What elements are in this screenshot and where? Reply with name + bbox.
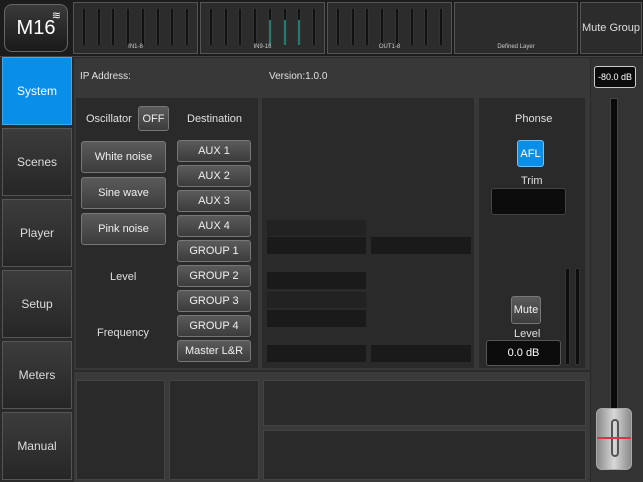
frequency-slider[interactable] (267, 310, 366, 327)
meter-group-label: IN9-16 (253, 44, 272, 50)
pink-noise-button[interactable]: Pink noise (81, 213, 166, 245)
phone-meter-right (575, 268, 580, 365)
phone-level-value[interactable]: 0.0 dB (486, 340, 561, 366)
destination-aux-4[interactable]: AUX 4 (177, 215, 251, 237)
meter-group-in1-8[interactable]: IN1-8 (73, 2, 198, 54)
nav-meters[interactable]: Meters (2, 341, 72, 409)
level-slider[interactable] (267, 237, 366, 254)
destination-aux-1[interactable]: AUX 1 (177, 140, 251, 162)
oscillator-toggle[interactable]: OFF (138, 106, 169, 131)
fader-db-readout: -80.0 dB (594, 66, 636, 88)
nav-system[interactable]: System (2, 57, 72, 125)
phone-level-label: Level (514, 328, 541, 340)
meter-bars (336, 9, 443, 45)
meter-bars (209, 9, 316, 45)
frequency-slider-bottom[interactable] (267, 345, 366, 362)
white-noise-button[interactable]: White noise (81, 141, 166, 173)
fader-track[interactable] (610, 98, 618, 448)
nav-scenes[interactable]: Scenes (2, 128, 72, 196)
defined-layer-label: Defined Layer (497, 44, 535, 50)
destination-aux-3[interactable]: AUX 3 (177, 190, 251, 212)
frequency-value-display (371, 345, 471, 362)
destination-aux-2[interactable]: AUX 2 (177, 165, 251, 187)
meter-bars (82, 9, 189, 45)
bottom-panel-1 (76, 380, 165, 480)
fader-knob[interactable] (596, 408, 632, 470)
defined-layer-tab[interactable]: Defined Layer (454, 2, 578, 54)
level-slider-track[interactable] (267, 220, 366, 236)
trim-label: Trim (521, 175, 543, 187)
phone-meter-left (565, 268, 570, 365)
m16-logo[interactable]: M16 ≋ (4, 4, 68, 52)
sine-wave-button[interactable]: Sine wave (81, 177, 166, 209)
bottom-panel-4 (263, 430, 586, 480)
meter-group-out1-8[interactable]: OUT1-8 (327, 2, 452, 54)
mute-group-button[interactable]: Mute Group (580, 2, 642, 54)
trim-control[interactable] (491, 188, 566, 215)
nav-player[interactable]: Player (2, 199, 72, 267)
phone-mute-button[interactable]: Mute (511, 296, 541, 324)
destination-group-3[interactable]: GROUP 3 (177, 290, 251, 312)
bottom-panel-2 (169, 380, 259, 480)
nav-setup[interactable]: Setup (2, 270, 72, 338)
afl-button[interactable]: AFL (517, 140, 544, 167)
meter-group-label: IN1-8 (128, 44, 143, 50)
phone-title: Phonse (515, 113, 553, 125)
wifi-icon: ≋ (51, 10, 61, 22)
meter-group-in9-16[interactable]: IN9-16 (200, 2, 325, 54)
ip-address-label: IP Address: (80, 71, 131, 82)
destination-label: Destination (187, 113, 243, 125)
version-label: Version:1.0.0 (269, 71, 328, 82)
destination-group-2[interactable]: GROUP 2 (177, 265, 251, 287)
destination-group-1[interactable]: GROUP 1 (177, 240, 251, 262)
nav-manual[interactable]: Manual (2, 412, 72, 480)
destination-group-4[interactable]: GROUP 4 (177, 315, 251, 337)
bottom-panel-3 (263, 380, 586, 426)
meter-group-label: OUT1-8 (378, 44, 401, 50)
frequency-label: Frequency (97, 327, 149, 339)
oscillator-label: Oscillator (86, 113, 132, 125)
level-value-display (371, 237, 471, 254)
frequency-slider-top[interactable] (267, 272, 366, 289)
logo-text: M16 (16, 16, 56, 39)
fader-knob-line (597, 437, 631, 439)
frequency-slider-track[interactable] (267, 292, 366, 308)
level-label: Level (110, 271, 137, 283)
destination-master-lr[interactable]: Master L&R (177, 340, 251, 362)
